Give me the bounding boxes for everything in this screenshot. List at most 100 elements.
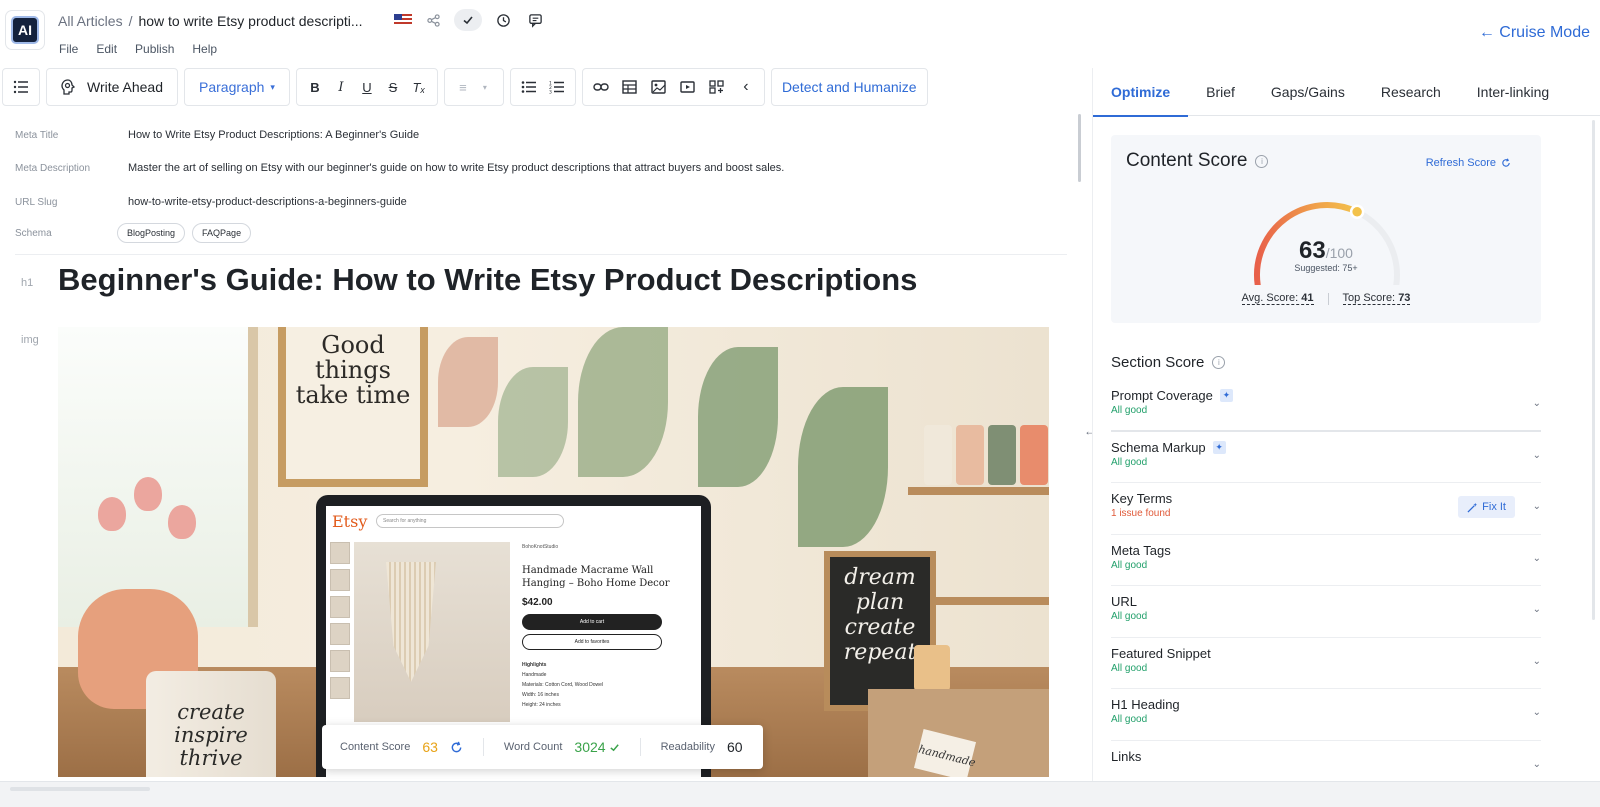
image-icon[interactable] [649, 75, 669, 99]
top-score-label: Top Score: [1342, 292, 1396, 304]
embed-icon[interactable] [707, 75, 727, 99]
url-slug-value[interactable]: how-to-write-etsy-product-descriptions-a… [128, 196, 407, 208]
tab-brief[interactable]: Brief [1188, 68, 1253, 116]
highlights-title: Highlights [522, 662, 547, 668]
menu-edit[interactable]: Edit [96, 42, 117, 56]
check-icon[interactable] [454, 9, 482, 31]
section-featured-snippet[interactable]: Featured Snippet All good ⌄ [1111, 638, 1541, 689]
meta-description-value[interactable]: Master the art of selling on Etsy with o… [128, 162, 784, 174]
strikethrough-icon[interactable]: S [383, 75, 403, 99]
frame-quote: Good things take time [295, 331, 411, 409]
clear-format-icon[interactable]: Tₓ [409, 75, 429, 99]
tab-research[interactable]: Research [1363, 68, 1459, 116]
fix-it-button[interactable]: Fix It [1458, 496, 1515, 518]
url-slug-label: URL Slug [15, 196, 58, 208]
section-meta-tags[interactable]: Meta Tags All good ⌄ [1111, 535, 1541, 586]
refresh-icon [1502, 158, 1510, 167]
info-icon[interactable]: i [1212, 356, 1226, 369]
section-score-title: Section Score [1111, 354, 1205, 371]
link-icon[interactable] [591, 75, 611, 99]
write-ahead-button[interactable]: Write Ahead [46, 68, 179, 106]
section-status: All good [1111, 405, 1148, 416]
chevron-down-icon[interactable]: ⌄ [1533, 604, 1541, 615]
product-thumb [330, 623, 350, 645]
refresh-score-button[interactable]: Refresh Score [1426, 157, 1511, 169]
editor-toolbar: Write Ahead Paragraph ▾ B I U S Tₓ ≡ ▾ 1… [0, 68, 928, 106]
chevron-down-icon[interactable]: ⌄ [1533, 501, 1541, 512]
history-icon[interactable] [492, 9, 514, 31]
outline-toggle-button[interactable] [2, 68, 40, 106]
section-url[interactable]: URL All good ⌄ [1111, 586, 1541, 638]
content-score-stat[interactable]: Content Score 63 [340, 739, 463, 755]
yarn-spool [956, 425, 984, 485]
bullet-list-icon[interactable] [519, 75, 539, 99]
schema-chip-blogposting[interactable]: BlogPosting [117, 223, 186, 243]
meta-title-value[interactable]: How to Write Etsy Product Descriptions: … [128, 129, 419, 141]
chevron-down-icon[interactable]: ⌄ [1533, 398, 1541, 409]
section-key-terms[interactable]: Key Terms 1 issue found Fix It ⌄ [1111, 483, 1541, 535]
video-icon[interactable] [678, 75, 698, 99]
breadcrumb-all-articles[interactable]: All Articles [58, 13, 123, 29]
window-light [58, 327, 258, 627]
section-name-row: Meta Tags [1111, 543, 1171, 558]
article-h1[interactable]: Beginner's Guide: How to Write Etsy Prod… [58, 262, 917, 298]
chevron-down-icon[interactable]: ⌄ [1533, 450, 1541, 461]
article-title[interactable]: how to write Etsy product descripti... [138, 13, 362, 29]
menu-file[interactable]: File [59, 42, 78, 56]
refresh-icon[interactable] [450, 741, 463, 754]
tab-inter-linking[interactable]: Inter-linking [1459, 68, 1557, 116]
app-logo[interactable]: AI [6, 11, 44, 49]
section-name: Meta Tags [1111, 542, 1171, 558]
chevron-down-icon[interactable]: ⌄ [1533, 707, 1541, 718]
underline-icon[interactable]: U [357, 75, 377, 99]
numbered-list-icon[interactable]: 123 [547, 75, 567, 99]
coffee-mug: create inspire thrive [146, 671, 276, 777]
section-h1-heading[interactable]: H1 Heading All good ⌄ [1111, 689, 1541, 741]
panel-scrollbar[interactable] [1592, 120, 1595, 620]
list-icon [13, 80, 28, 94]
us-flag-icon[interactable] [394, 14, 412, 26]
chevron-down-icon[interactable]: ⌄ [1533, 656, 1541, 667]
panel-tabs: Optimize Brief Gaps/Gains Research Inter… [1093, 68, 1600, 117]
schema-label: Schema [15, 227, 52, 239]
score-value: 63 [1299, 237, 1326, 264]
detect-humanize-button[interactable]: Detect and Humanize [770, 68, 928, 106]
hero-image[interactable]: Good things take time Etsy Search for an… [58, 327, 1049, 777]
info-icon[interactable]: i [1255, 154, 1269, 168]
sparkle-icon: ✦ [1219, 389, 1233, 402]
avg-score-label: Avg. Score: [1241, 292, 1299, 304]
tulip-flower [168, 505, 196, 539]
table-icon[interactable] [620, 75, 640, 99]
content-score-heading: Content Score i [1126, 150, 1269, 172]
bold-icon[interactable]: B [305, 75, 325, 99]
paragraph-style-select[interactable]: Paragraph ▾ [184, 68, 290, 106]
decor-leaf [578, 327, 668, 477]
section-prompt-coverage[interactable]: Prompt Coverage ✦ All good ⌄ [1111, 380, 1541, 432]
menu-publish[interactable]: Publish [135, 42, 174, 56]
chevron-down-icon[interactable]: ⌄ [1533, 759, 1541, 770]
chevron-down-icon: ▾ [270, 81, 275, 92]
collapse-toolbar-icon[interactable]: ‹ [736, 75, 756, 99]
stats-divider [639, 738, 641, 756]
product-thumb [330, 650, 350, 672]
align-select[interactable]: ≡ ▾ [443, 68, 504, 106]
comment-icon[interactable] [524, 9, 546, 31]
tulip-flower [134, 477, 162, 511]
italic-icon[interactable]: I [331, 75, 351, 99]
write-ahead-label: Write Ahead [87, 79, 164, 95]
product-thumb [330, 542, 350, 564]
section-schema-markup[interactable]: Schema Markup ✦ All good ⌄ [1111, 432, 1541, 483]
chevron-down-icon[interactable]: ⌄ [1533, 553, 1541, 564]
menu-help[interactable]: Help [192, 42, 217, 56]
horizontal-scrollbar[interactable] [10, 787, 150, 791]
tab-gaps-gains[interactable]: Gaps/Gains [1253, 68, 1363, 116]
editor-scrollbar[interactable] [1078, 114, 1081, 182]
schema-chip-faqpage[interactable]: FAQPage [192, 223, 252, 243]
top-bar: AI All Articles / how to write Etsy prod… [0, 0, 1600, 66]
url-slug-row: URL Slug how-to-write-etsy-product-descr… [15, 196, 407, 208]
bottom-strip [0, 781, 1600, 807]
highlight-item: Width: 16 inches [522, 692, 559, 698]
tab-optimize[interactable]: Optimize [1093, 68, 1189, 117]
cruise-mode-button[interactable]: ← Cruise Mode [1479, 24, 1590, 42]
share-icon[interactable] [422, 9, 444, 31]
